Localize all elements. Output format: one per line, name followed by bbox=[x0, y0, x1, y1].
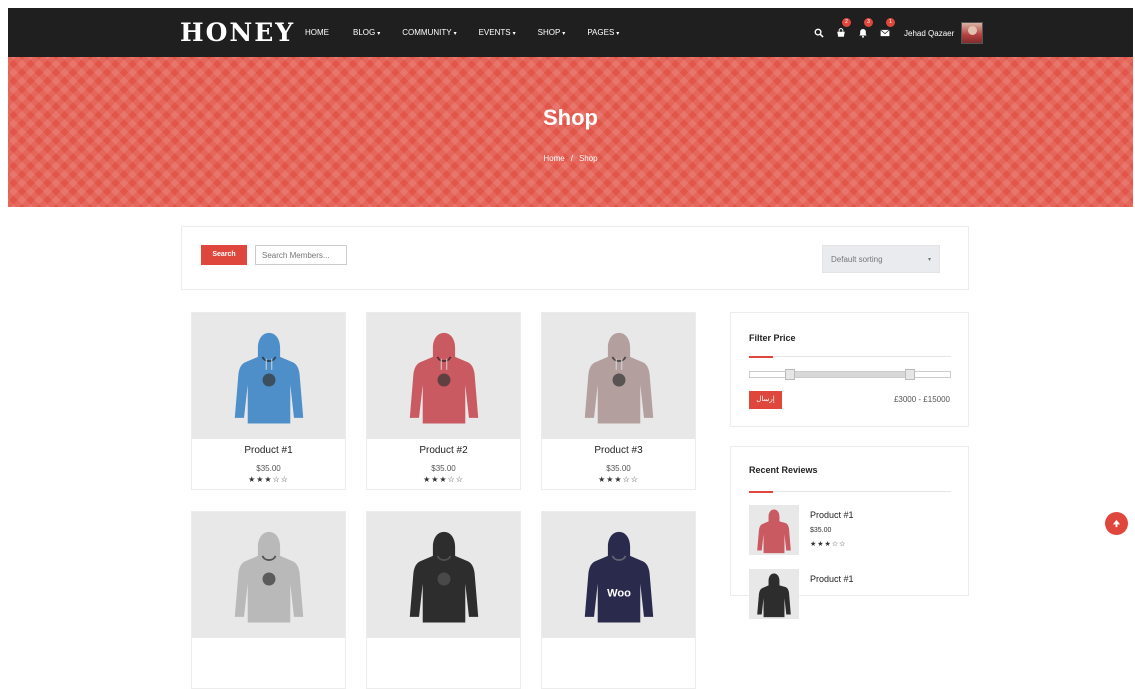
breadcrumb-separator: / bbox=[570, 154, 573, 163]
product-price: $35.00 bbox=[431, 464, 456, 473]
product-image[interactable] bbox=[367, 313, 520, 439]
site-logo[interactable]: HONEY bbox=[180, 18, 295, 47]
hoodie-image bbox=[584, 332, 653, 424]
message-badge: 1 bbox=[886, 18, 895, 27]
nav-label: HOME bbox=[305, 28, 329, 37]
slider-handle-max[interactable] bbox=[905, 369, 915, 380]
product-name[interactable]: Product #1 bbox=[192, 445, 345, 456]
product-card[interactable] bbox=[191, 511, 346, 689]
user-name[interactable]: Jehad Qazaer bbox=[904, 29, 954, 38]
nav-item-events[interactable]: EVENTS ▾ bbox=[479, 28, 516, 37]
chevron-down-icon: ▾ bbox=[927, 257, 931, 263]
nav-item-pages[interactable]: PAGES ▾ bbox=[587, 28, 619, 37]
chevron-down-icon: ▾ bbox=[512, 31, 516, 37]
nav-item-blog[interactable]: BLOG ▾ bbox=[353, 28, 380, 37]
hoodie-image bbox=[409, 531, 478, 623]
cart-icon[interactable]: 2 bbox=[830, 18, 852, 44]
breadcrumb-home-link[interactable]: Home bbox=[543, 154, 564, 163]
shop-search-panel: Search Default sorting ▾ bbox=[181, 226, 969, 290]
user-toolbar: 2 3 1 Jehad Qazaer bbox=[808, 18, 984, 44]
chevron-down-icon: ▾ bbox=[377, 31, 381, 37]
hoodie-image bbox=[409, 332, 478, 424]
divider bbox=[749, 491, 951, 493]
star-rating: ★★★☆☆ bbox=[598, 475, 639, 484]
top-navbar: HONEY HOME BLOG ▾ COMMUNITY ▾ EVENTS ▾ SHOP… bbox=[0, 0, 1135, 57]
product-price: $35.00 bbox=[256, 464, 281, 473]
star-rating: ★★★☆☆ bbox=[810, 541, 847, 548]
price-range-label: £3000 - £15000 bbox=[893, 395, 950, 404]
hoodie-image: Woo bbox=[584, 531, 653, 623]
product-card[interactable]: Woo bbox=[541, 511, 696, 689]
chevron-down-icon: ▾ bbox=[453, 31, 457, 37]
product-image[interactable]: Woo bbox=[542, 512, 695, 638]
sort-select[interactable]: Default sorting ▾ bbox=[822, 245, 940, 273]
navbar-bar: HONEY HOME BLOG ▾ COMMUNITY ▾ EVENTS ▾ SHOP… bbox=[8, 8, 1133, 57]
nav-item-community[interactable]: COMMUNITY ▾ bbox=[402, 28, 456, 37]
star-rating: ★★★☆☆ bbox=[423, 475, 464, 484]
nav-item-home[interactable]: HOME bbox=[305, 28, 331, 37]
product-card[interactable]: Product #1 $35.00 ★★★☆☆ bbox=[191, 312, 346, 490]
nav-label: PAGES bbox=[587, 28, 615, 37]
review-product-name[interactable]: Product #1 bbox=[810, 574, 854, 584]
bell-icon[interactable]: 3 bbox=[852, 18, 874, 44]
review-product-name[interactable]: Product #1 bbox=[810, 510, 854, 520]
chevron-down-icon: ▾ bbox=[562, 31, 566, 37]
hoodie-image bbox=[234, 332, 303, 424]
star-rating: ★★★☆☆ bbox=[248, 475, 289, 484]
nav-label: BLOG bbox=[353, 28, 376, 37]
product-image[interactable] bbox=[192, 313, 345, 439]
hoodie-image bbox=[757, 573, 791, 618]
product-name[interactable]: Product #3 bbox=[542, 445, 695, 456]
nav-label: EVENTS bbox=[478, 28, 511, 37]
notification-badge: 3 bbox=[864, 18, 873, 27]
price-slider[interactable] bbox=[749, 369, 951, 380]
product-name[interactable]: Product #2 bbox=[367, 445, 520, 456]
page-title: Shop bbox=[543, 105, 598, 130]
product-image[interactable] bbox=[367, 512, 520, 638]
product-image[interactable] bbox=[192, 512, 345, 638]
product-card[interactable]: Product #3 $35.00 ★★★☆☆ bbox=[541, 312, 696, 490]
product-image[interactable] bbox=[542, 313, 695, 439]
product-price: $35.00 bbox=[606, 464, 631, 473]
filter-submit-button[interactable]: إرسال bbox=[749, 391, 782, 409]
hoodie-image bbox=[757, 509, 791, 554]
recent-reviews-widget: Recent Reviews Product #1 $35.00 ★★★☆☆ P… bbox=[730, 446, 969, 619]
filter-price-widget: Filter Price إرسال £3000 - £15000 bbox=[730, 312, 969, 427]
main-menu: HOME BLOG ▾ COMMUNITY ▾ EVENTS ▾ SHOP ▾ PAGE… bbox=[305, 28, 641, 37]
widget-title: Filter Price bbox=[749, 333, 796, 343]
search-icon[interactable] bbox=[808, 22, 830, 44]
chevron-down-icon: ▾ bbox=[616, 31, 620, 37]
review-price: $35.00 bbox=[810, 527, 832, 534]
slider-range bbox=[790, 372, 910, 377]
search-input[interactable] bbox=[255, 245, 347, 265]
hoodie-print-text: Woo bbox=[607, 588, 631, 600]
search-button[interactable]: Search bbox=[201, 245, 247, 265]
review-thumbnail[interactable] bbox=[749, 569, 799, 619]
page-hero-banner: Shop Home / Shop bbox=[8, 57, 1133, 207]
breadcrumb: Home / Shop bbox=[8, 154, 1133, 163]
envelope-icon[interactable]: 1 bbox=[874, 18, 896, 44]
review-thumbnail[interactable] bbox=[749, 505, 799, 555]
widget-title: Recent Reviews bbox=[749, 465, 818, 475]
sort-select-value: Default sorting bbox=[831, 255, 883, 264]
cart-badge: 2 bbox=[842, 18, 851, 27]
slider-handle-min[interactable] bbox=[785, 369, 795, 380]
review-item[interactable]: Product #1 bbox=[749, 569, 951, 623]
product-card[interactable]: Product #2 $35.00 ★★★☆☆ bbox=[366, 312, 521, 490]
breadcrumb-current: Shop bbox=[578, 154, 598, 163]
nav-item-shop[interactable]: SHOP ▾ bbox=[538, 28, 566, 37]
avatar[interactable] bbox=[961, 22, 984, 44]
nav-label: COMMUNITY bbox=[402, 28, 452, 37]
product-card[interactable] bbox=[366, 511, 521, 689]
hoodie-image bbox=[234, 531, 303, 623]
arrow-up-icon bbox=[1112, 519, 1121, 528]
nav-label: SHOP bbox=[537, 28, 561, 37]
review-item[interactable]: Product #1 $35.00 ★★★☆☆ bbox=[749, 505, 951, 559]
scroll-to-top-button[interactable] bbox=[1105, 512, 1128, 535]
divider bbox=[749, 356, 951, 358]
